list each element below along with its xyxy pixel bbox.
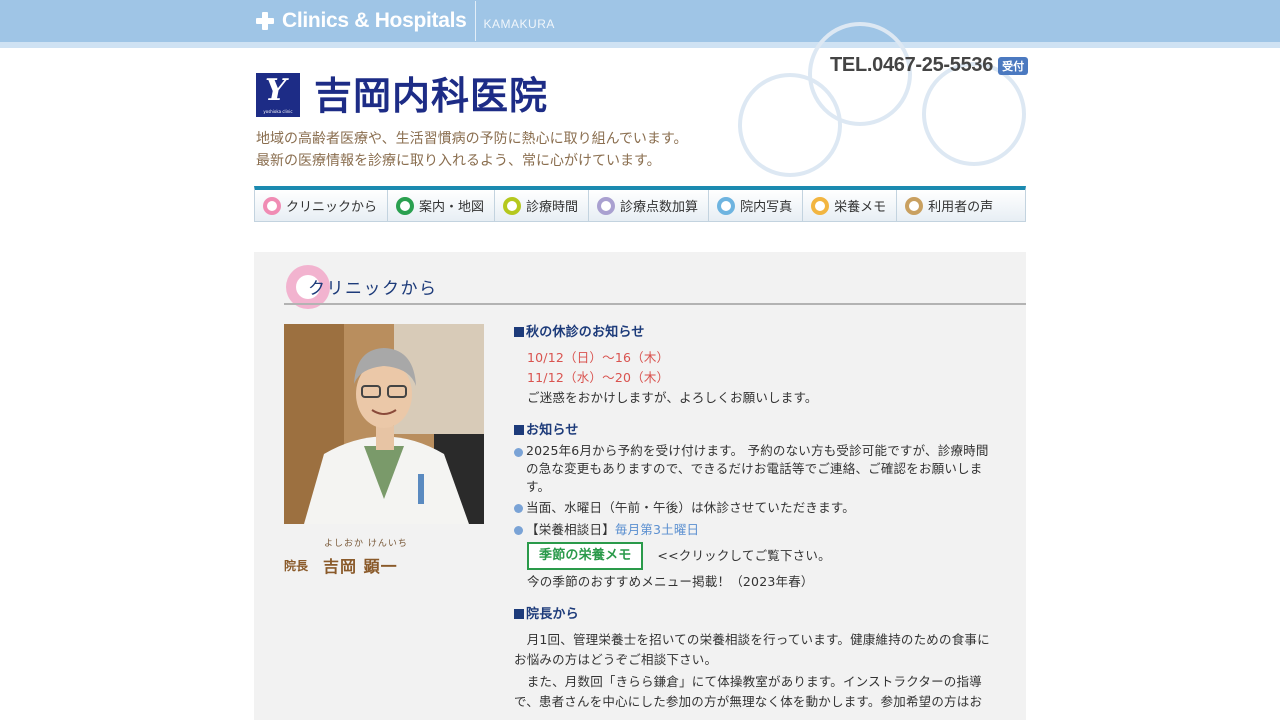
director-heading: 院長から (514, 606, 998, 624)
director-role: 院長 (284, 559, 309, 573)
holiday-date-2: 11/12（水）～20（木） (527, 370, 670, 385)
circle-icon (396, 196, 415, 215)
nav-item-voices[interactable]: 利用者の声 (897, 190, 1003, 221)
portal-city: KAMAKURA (483, 17, 555, 31)
nav-item-access[interactable]: 案内・地図 (388, 190, 496, 221)
nav-label: 診療点数加算 (620, 200, 699, 215)
square-bullet-icon (514, 327, 524, 337)
nav-label: 診療時間 (526, 200, 579, 215)
nav-label: 院内写真 (740, 200, 793, 215)
news-content: 秋の休診のお知らせ 10/12（日）～16（木） 11/12（水）～20（木） … (514, 324, 998, 712)
top-bar-divider (0, 42, 1280, 48)
nav-item-nutrition[interactable]: 栄養メモ (803, 190, 898, 221)
decorative-circle (922, 62, 1026, 166)
nav-item-photos[interactable]: 院内写真 (709, 190, 804, 221)
square-bullet-icon (514, 425, 524, 435)
director-furigana: よしおか けんいち (324, 539, 408, 549)
memo-click-note: <<クリックしてご覧下さい。 (657, 548, 831, 563)
circle-icon (717, 196, 736, 215)
notice-item-closed: 当面、水曜日（午前・午後）は休診させていただきます。 (514, 498, 998, 518)
logo-mark: Y (265, 73, 287, 108)
holiday-heading: 秋の休診のお知らせ (514, 324, 998, 342)
circle-icon (597, 196, 616, 215)
nav-item-fees[interactable]: 診療点数加算 (589, 190, 710, 221)
director-paragraph-1: 月1回、管理栄養士を招いての栄養相談を行っています。健康維持のための食事にお悩み… (514, 632, 990, 667)
square-bullet-icon (514, 609, 524, 619)
director-photo (284, 324, 484, 524)
portal-brand[interactable]: Clinics & Hospitals KAMAKURA (256, 0, 555, 42)
brand-divider (474, 1, 476, 41)
nav-item-hours[interactable]: 診療時間 (495, 190, 590, 221)
director-paragraph-2: また、月数回「きらら鎌倉」にて体操教室があります。インストラクターの指導で、患者… (514, 674, 983, 709)
top-bar (0, 0, 1280, 42)
holiday-note: ご迷惑をおかけしますが、よろしくお願いします。 (527, 390, 818, 405)
holiday-date-1: 10/12（日）～16（木） (527, 350, 670, 365)
clinic-logo[interactable]: Y yoshioka clinic (256, 73, 300, 117)
main-panel: クリニックから よしおか けんいち 院長 吉岡 顕一 秋の休診のお知らせ 10/… (254, 252, 1026, 720)
logo-text: yoshioka clinic (263, 109, 293, 114)
phone-number[interactable]: TEL.0467-25-5536 受付 (830, 54, 1029, 77)
seasonal-memo-button[interactable]: 季節の栄養メモ (527, 542, 644, 570)
director-name: 吉岡 顕一 (323, 557, 398, 576)
nutrition-label: 【栄養相談日】 (526, 522, 615, 537)
notice-item-reservation: 2025年6月から予約を受け付けます。 予約のない方も受診可能ですが、診療時間の… (514, 442, 998, 496)
portal-brand-name: Clinics & Hospitals (282, 9, 467, 32)
phone-text: TEL.0467-25-5536 (830, 54, 994, 76)
circle-icon (811, 196, 830, 215)
circle-icon (263, 196, 281, 215)
memo-row: 季節の栄養メモ <<クリックしてご覧下さい。 (514, 542, 998, 570)
memo-subtitle: 今の季節のおすすめメニュー掲載！（2023年春） (527, 574, 814, 589)
clinic-name[interactable]: 吉岡内科医院 (314, 72, 548, 120)
nav-label: 案内・地図 (419, 200, 485, 215)
tagline: 地域の高齢者医療や、生活習慣病の予防に熱心に取り組んでいます。 最新の医療情報を… (256, 128, 687, 172)
section-divider (284, 303, 1026, 305)
tagline-line-1: 地域の高齢者医療や、生活習慣病の予防に熱心に取り組んでいます。 (256, 131, 688, 147)
reception-badge: 受付 (998, 56, 1029, 75)
nutrition-day: 毎月第3土曜日 (614, 522, 700, 537)
nav-label: 栄養メモ (834, 200, 887, 215)
medical-cross-icon (256, 12, 274, 30)
nav-label: 利用者の声 (928, 200, 994, 215)
main-nav: クリニックから 案内・地図 診療時間 診療点数加算 院内写真 栄養メモ 利用者の… (254, 186, 1026, 222)
section-title: クリニックから (308, 279, 438, 299)
notice-heading: お知らせ (514, 422, 998, 440)
nav-item-clinic[interactable]: クリニックから (255, 190, 389, 221)
nav-label: クリニックから (286, 200, 378, 215)
tagline-line-2: 最新の医療情報を診療に取り入れるよう、常に心がけています。 (256, 153, 661, 169)
circle-icon (905, 196, 924, 215)
notice-item-nutrition: 【栄養相談日】毎月第3土曜日 (514, 520, 998, 540)
circle-icon (503, 196, 522, 215)
